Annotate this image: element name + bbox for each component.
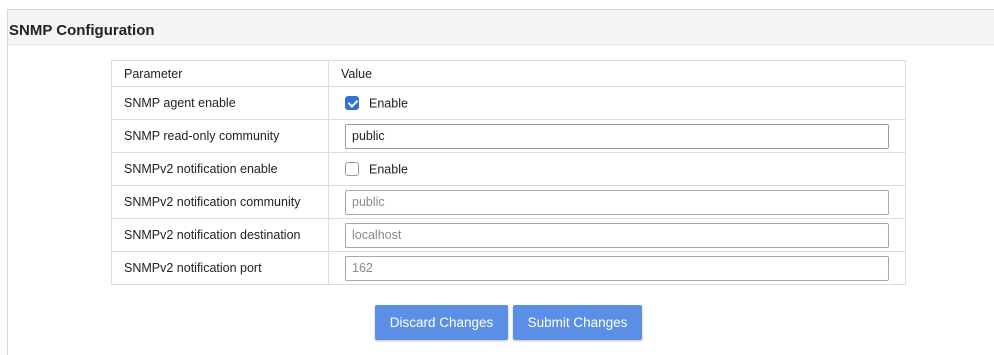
param-label-v2-notif-destination: SNMPv2 notification destination	[111, 218, 329, 252]
panel-title: SNMP Configuration	[9, 22, 155, 39]
param-label-v2-notif-community: SNMPv2 notification community	[111, 185, 329, 219]
table-row: SNMPv2 notification port	[111, 251, 906, 285]
param-label-v2-notif-enable: SNMPv2 notification enable	[111, 152, 329, 186]
discard-changes-button[interactable]: Discard Changes	[375, 305, 508, 340]
v2-notif-community-input[interactable]	[345, 189, 889, 215]
table-header-row: Parameter Value	[111, 60, 906, 87]
submit-changes-button[interactable]: Submit Changes	[513, 305, 642, 340]
panel-header: SNMP Configuration	[8, 10, 994, 45]
v2-notif-enable-cell: Enable	[328, 152, 906, 186]
table-row: SNMP read-only community	[111, 119, 906, 153]
table-row: SNMPv2 notification enable Enable	[111, 152, 906, 186]
v2-notif-port-cell	[328, 251, 906, 285]
snmp-config-table: Parameter Value SNMP agent enable Enable…	[111, 60, 906, 285]
v2-notif-port-input[interactable]	[345, 255, 889, 281]
agent-enable-checkbox-label[interactable]: Enable	[369, 96, 408, 110]
table-row: SNMPv2 notification destination	[111, 218, 906, 252]
param-label-v2-notif-port: SNMPv2 notification port	[111, 251, 329, 285]
table-row: SNMP agent enable Enable	[111, 86, 906, 120]
agent-enable-cell: Enable	[328, 86, 906, 120]
v2-notif-community-cell	[328, 185, 906, 219]
agent-enable-checkbox[interactable]	[345, 96, 359, 111]
param-label-ro-community: SNMP read-only community	[111, 119, 329, 153]
v2-notif-enable-checkbox[interactable]	[345, 162, 359, 177]
column-header-value: Value	[328, 60, 906, 87]
v2-notif-destination-input[interactable]	[345, 222, 889, 248]
table-row: SNMPv2 notification community	[111, 185, 906, 219]
param-label-agent-enable: SNMP agent enable	[111, 86, 329, 120]
ro-community-cell	[328, 119, 906, 153]
v2-notif-destination-cell	[328, 218, 906, 252]
column-header-parameter: Parameter	[111, 60, 329, 87]
ro-community-input[interactable]	[345, 123, 889, 149]
v2-notif-enable-checkbox-label[interactable]: Enable	[369, 162, 408, 176]
